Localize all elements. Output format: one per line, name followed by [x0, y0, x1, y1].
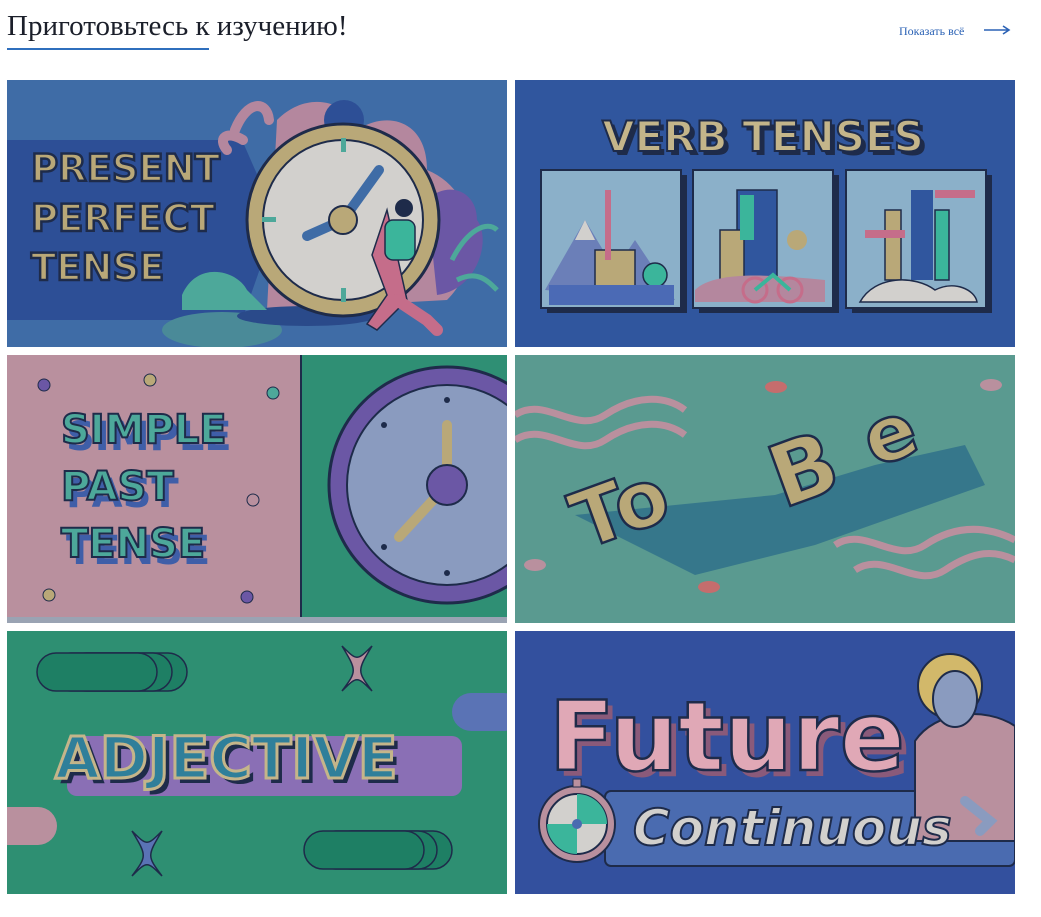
- arrow-right-icon: [984, 24, 1011, 39]
- course-grid: PRESENT PERFECT TENSE VERB TENSES VERB T…: [7, 80, 1016, 894]
- course-card-present-perfect[interactable]: PRESENT PERFECT TENSE: [7, 80, 507, 347]
- section-header: Приготовьтесь к изучению! Показать всё: [0, 0, 1041, 70]
- title-underline: [7, 48, 209, 50]
- card-title-line: PERFECT: [31, 197, 216, 240]
- course-card-future-continuous[interactable]: Future Future Continuous: [515, 631, 1015, 894]
- card-title-line: ADJECTIVE: [55, 724, 397, 792]
- course-card-simple-past[interactable]: SIMPLE PAST TENSE SIMPLE PAST TENSE: [7, 355, 507, 623]
- present-perfect-illustration: PRESENT PERFECT TENSE: [7, 80, 507, 347]
- course-card-to-be[interactable]: To B e: [515, 355, 1015, 623]
- card-title-line: VERB TENSES: [602, 112, 924, 161]
- card-title-line: TENSE: [31, 246, 164, 289]
- course-card-verb-tenses[interactable]: VERB TENSES VERB TENSES: [515, 80, 1015, 347]
- future-continuous-illustration: Future Future Continuous: [515, 631, 1015, 894]
- show-all-link[interactable]: Показать всё: [899, 20, 1011, 42]
- card-title-line: PRESENT: [31, 147, 221, 190]
- card-title-line: PAST: [61, 464, 174, 510]
- course-card-adjective[interactable]: ADJECTIVE ADJECTIVE: [7, 631, 507, 894]
- verb-tenses-illustration: VERB TENSES VERB TENSES: [515, 80, 1015, 347]
- adjective-illustration: ADJECTIVE ADJECTIVE: [7, 631, 507, 894]
- to-be-illustration: To B e: [515, 355, 1015, 623]
- card-title-line: Future: [549, 681, 905, 793]
- simple-past-illustration: SIMPLE PAST TENSE SIMPLE PAST TENSE: [7, 355, 507, 623]
- card-title-line: SIMPLE: [61, 407, 227, 453]
- show-all-label: Показать всё: [899, 23, 965, 38]
- page-title: Приготовьтесь к изучению!: [7, 10, 348, 42]
- card-subtitle: Continuous: [633, 799, 952, 857]
- card-title-line: TENSE: [61, 521, 205, 567]
